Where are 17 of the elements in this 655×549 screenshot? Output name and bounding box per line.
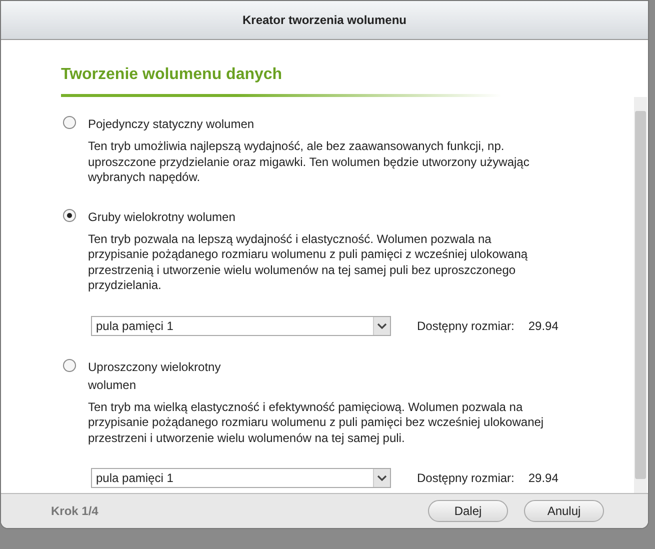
size-value: 29.94 <box>528 318 558 332</box>
wizard-button[interactable]: Dalej <box>428 500 508 522</box>
wizard-button[interactable]: Anuluj <box>524 500 604 522</box>
option-description: Ten tryb pozwala na lepszą wydajność i elastyczność. Wolumen pozwala na przypisanie pożądanego rozmiaru wolumenu z puli pamięci z wcześniej ulokowaną przestrzenią i utworzenie wielu wolumenów na tej samej puli bez uproszczonego przydzielania. <box>88 232 529 294</box>
option-description: Ten tryb ma wielką elastyczność i efektywność pamięciową. Wolumen pozwala na przypisanie pożądanego rozmiaru wolumenu z puli pamięci bez wcześniej ulokowanej przestrzeni i utworzenie wielu wolumenów na tej samej puli. <box>88 400 545 446</box>
pool-dropdown[interactable]: pula pamięci 1 <box>91 316 391 336</box>
option-label: Gruby wielokrotny wolumen <box>88 208 236 226</box>
size-label: Dostępny rozmiar: <box>417 471 514 485</box>
size-label: Dostępny rozmiar: <box>417 318 514 332</box>
step-indicator: Krok 1/4 <box>51 504 100 518</box>
option-description: Ten tryb umożliwia najlepszą wydajność, ale bez zaawansowanych funkcji, np. uproszczone przydzielanie oraz migawki. Ten wolumen będzie utworzony używając wybranych napędów. <box>88 139 530 186</box>
option-label: Pojedynczy statyczny wolumen <box>88 116 256 133</box>
window-title: Kreator tworzenia wolumenu <box>1 1 648 40</box>
pool-dropdown[interactable]: pula pamięci 1 <box>91 468 391 488</box>
option-label: Uproszczony wielokrotny wolumen <box>88 358 222 394</box>
size-value: 29.94 <box>528 471 558 485</box>
section-heading: Tworzenie wolumenu danych <box>61 66 501 97</box>
